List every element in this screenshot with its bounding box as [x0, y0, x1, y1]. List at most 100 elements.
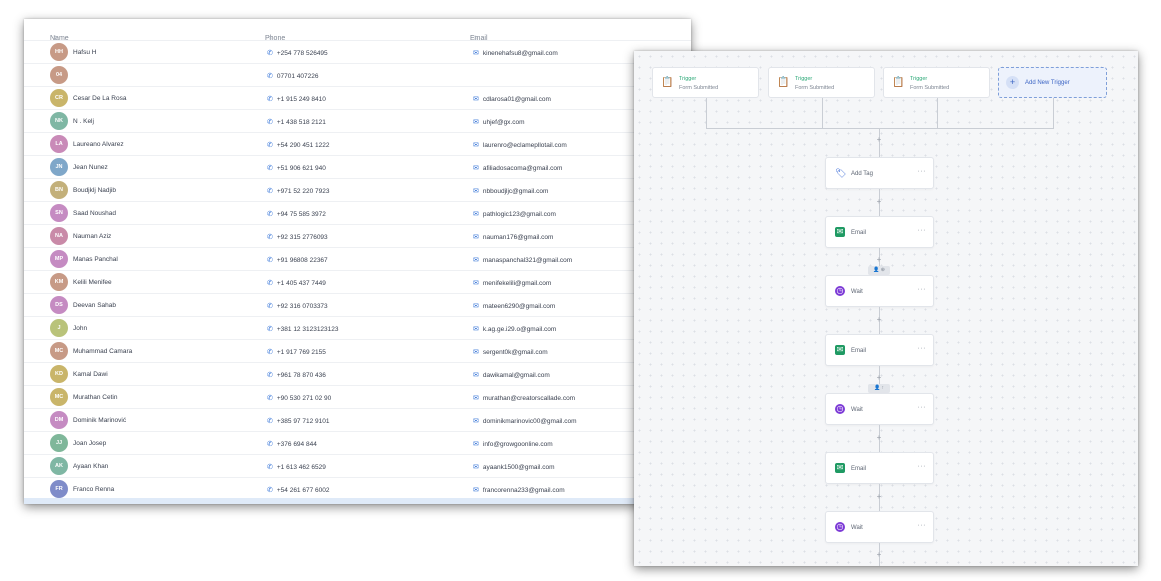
- contact-phone[interactable]: ✆ +90 530 271 02 90: [267, 394, 331, 402]
- table-row[interactable]: MC Muhammad Camara ✆ +1 917 769 2155 ✉ ser…: [24, 339, 691, 362]
- contact-phone[interactable]: ✆ 07701 407226: [267, 72, 318, 80]
- table-row[interactable]: JJ Joan Josep ✆ +376 694 844 ✉ info@growgo…: [24, 431, 691, 454]
- table-row[interactable]: J John ✆ +381 12 3123123123 ✉ k.ag.ge.i29.…: [24, 316, 691, 339]
- more-options-icon[interactable]: ···: [918, 286, 927, 293]
- add-step-button[interactable]: +: [874, 492, 884, 502]
- contact-phone[interactable]: ✆ +971 52 220 7923: [267, 187, 329, 195]
- contact-condition-chip[interactable]: 👤 ⊕: [868, 266, 890, 275]
- contact-name[interactable]: Cesar De La Rosa: [73, 95, 126, 102]
- add-step-button[interactable]: +: [874, 315, 884, 325]
- contact-email[interactable]: ✉ sergent0k@gmail.com: [473, 348, 548, 356]
- contact-name[interactable]: Deevan Sahab: [73, 302, 116, 309]
- contact-phone[interactable]: ✆ +1 438 518 2121: [267, 118, 326, 126]
- contact-name[interactable]: Kelili Menifee: [73, 279, 112, 286]
- contact-condition-chip[interactable]: 👤 ↑: [868, 384, 890, 393]
- workflow-canvas[interactable]: 📋 Trigger Form Submitted 📋 Trigger Form …: [634, 51, 1138, 566]
- contact-phone[interactable]: ✆ +1 613 462 6529: [267, 463, 326, 471]
- action-wait[interactable]: ◷ Wait ···: [825, 275, 934, 307]
- contact-phone[interactable]: ✆ +1 405 437 7449: [267, 279, 326, 287]
- trigger-card[interactable]: 📋 Trigger Form Submitted: [768, 67, 875, 98]
- contact-email[interactable]: ✉ dawikamal@gmail.com: [473, 371, 550, 379]
- contact-phone[interactable]: ✆ +94 75 585 3972: [267, 210, 326, 218]
- contact-phone[interactable]: ✆ +92 315 2776093: [267, 233, 328, 241]
- contact-phone[interactable]: ✆ +1 915 249 8410: [267, 95, 326, 103]
- table-row[interactable]: NA Nauman Aziz ✆ +92 315 2776093 ✉ nauman1…: [24, 224, 691, 247]
- contact-email[interactable]: ✉ ayaank1500@gmail.com: [473, 463, 555, 471]
- contact-email[interactable]: ✉ dominikmarinovic00@gmail.com: [473, 417, 577, 425]
- contact-name[interactable]: John: [73, 325, 87, 332]
- contact-email[interactable]: ✉ afiliadosacoma@gmail.com: [473, 164, 562, 172]
- table-row[interactable]: KD Kamal Dawi ✆ +961 78 870 436 ✉ dawikama…: [24, 362, 691, 385]
- more-options-icon[interactable]: ···: [918, 404, 927, 411]
- contact-email[interactable]: ✉ nauman176@gmail.com: [473, 233, 553, 241]
- trigger-card[interactable]: 📋 Trigger Form Submitted: [652, 67, 759, 98]
- table-row[interactable]: FR Franco Renna ✆ +54 261 677 6002 ✉ franc…: [24, 477, 691, 500]
- contact-name[interactable]: Kamal Dawi: [73, 371, 108, 378]
- add-step-button[interactable]: +: [874, 197, 884, 207]
- more-options-icon[interactable]: ···: [918, 227, 927, 234]
- table-row[interactable]: SN Saad Noushad ✆ +94 75 585 3972 ✉ pathlo…: [24, 201, 691, 224]
- contact-name[interactable]: Muhammad Camara: [73, 348, 132, 355]
- contact-phone[interactable]: ✆ +92 316 0703373: [267, 302, 328, 310]
- table-row[interactable]: CR Cesar De La Rosa ✆ +1 915 249 8410 ✉ cd…: [24, 86, 691, 109]
- add-step-button[interactable]: +: [874, 550, 884, 560]
- action-add-tag[interactable]: 🏷 Add Tag ···: [825, 157, 934, 189]
- table-row[interactable]: MP Manas Panchal ✆ +91 96808 22367 ✉ manas…: [24, 247, 691, 270]
- contact-name[interactable]: Laureano Alvarez: [73, 141, 124, 148]
- contact-name[interactable]: Nauman Aziz: [73, 233, 111, 240]
- more-options-icon[interactable]: ···: [918, 168, 927, 175]
- action-wait[interactable]: ◷ Wait ···: [825, 511, 934, 543]
- table-row[interactable]: BN Boudjklj Nadjib ✆ +971 52 220 7923 ✉ nb…: [24, 178, 691, 201]
- add-new-trigger-button[interactable]: + Add New Trigger: [998, 67, 1107, 98]
- contact-email[interactable]: ✉ info@growgoonline.com: [473, 440, 553, 448]
- more-options-icon[interactable]: ···: [918, 522, 927, 529]
- contact-name[interactable]: Ayaan Khan: [73, 463, 108, 470]
- action-email[interactable]: ✉ Email ···: [825, 216, 934, 248]
- contact-phone[interactable]: ✆ +376 694 844: [267, 440, 317, 448]
- contact-email[interactable]: ✉ kinenehafsu8@gmail.com: [473, 49, 558, 57]
- contact-name[interactable]: Manas Panchal: [73, 256, 118, 263]
- add-step-button[interactable]: +: [874, 373, 884, 383]
- table-row[interactable]: MC Murathan Cetin ✆ +90 530 271 02 90 ✉ mu…: [24, 385, 691, 408]
- contact-name[interactable]: Dominik Marinović: [73, 417, 126, 424]
- add-step-button[interactable]: +: [874, 255, 884, 265]
- contact-phone[interactable]: ✆ +961 78 870 436: [267, 371, 326, 379]
- contact-phone[interactable]: ✆ +91 96808 22367: [267, 256, 328, 264]
- table-row[interactable]: JN Jean Nunez ✆ +51 906 621 940 ✉ afiliado…: [24, 155, 691, 178]
- more-options-icon[interactable]: ···: [918, 463, 927, 470]
- contact-name[interactable]: Joan Josep: [73, 440, 106, 447]
- action-email[interactable]: ✉ Email ···: [825, 452, 934, 484]
- contact-name[interactable]: Jean Nunez: [73, 164, 108, 171]
- add-step-button[interactable]: +: [874, 433, 884, 443]
- contact-email[interactable]: ✉ mateen6290@gmail.com: [473, 302, 555, 310]
- table-row[interactable]: 04 ✆ 07701 407226: [24, 63, 691, 86]
- contact-phone[interactable]: ✆ +385 97 712 9101: [267, 417, 329, 425]
- table-row[interactable]: NK N . Kelj ✆ +1 438 518 2121 ✉ uhjef@gx.c…: [24, 109, 691, 132]
- action-wait[interactable]: ◷ Wait ···: [825, 393, 934, 425]
- trigger-card[interactable]: 📋 Trigger Form Submitted: [883, 67, 990, 98]
- contact-email[interactable]: ✉ nbboudjljc@gmail.com: [473, 187, 548, 195]
- table-row[interactable]: KM Kelili Menifee ✆ +1 405 437 7449 ✉ meni…: [24, 270, 691, 293]
- contact-email[interactable]: ✉ k.ag.ge.i29.o@gmail.com: [473, 325, 556, 333]
- table-row[interactable]: DS Deevan Sahab ✆ +92 316 0703373 ✉ mateen…: [24, 293, 691, 316]
- contact-phone[interactable]: ✆ +51 906 621 940: [267, 164, 326, 172]
- contact-email[interactable]: ✉ cdlarosa01@gmail.com: [473, 95, 551, 103]
- table-row[interactable]: LA Laureano Alvarez ✆ +54 290 451 1222 ✉ l…: [24, 132, 691, 155]
- contact-name[interactable]: N . Kelj: [73, 118, 94, 125]
- contact-name[interactable]: Saad Noushad: [73, 210, 116, 217]
- contact-phone[interactable]: ✆ +54 290 451 1222: [267, 141, 329, 149]
- contact-email[interactable]: ✉ francorenna233@gmail.com: [473, 486, 565, 494]
- contact-name[interactable]: Boudjklj Nadjib: [73, 187, 116, 194]
- contact-phone[interactable]: ✆ +1 917 769 2155: [267, 348, 326, 356]
- contact-phone[interactable]: ✆ +254 778 526495: [267, 49, 328, 57]
- contact-email[interactable]: ✉ menifekelili@gmail.com: [473, 279, 551, 287]
- table-row[interactable]: DM Dominik Marinović ✆ +385 97 712 9101 ✉…: [24, 408, 691, 431]
- add-step-button[interactable]: +: [874, 135, 884, 145]
- table-row[interactable]: HH Hafsu H ✆ +254 778 526495 ✉ kinenehafsu…: [24, 40, 691, 63]
- action-email[interactable]: ✉ Email ···: [825, 334, 934, 366]
- contact-name[interactable]: Franco Renna: [73, 486, 114, 493]
- contact-name[interactable]: Hafsu H: [73, 49, 96, 56]
- contact-phone[interactable]: ✆ +381 12 3123123123: [267, 325, 339, 333]
- contact-email[interactable]: ✉ murathan@creatorscallade.com: [473, 394, 575, 402]
- contact-email[interactable]: ✉ manaspanchal321@gmail.com: [473, 256, 572, 264]
